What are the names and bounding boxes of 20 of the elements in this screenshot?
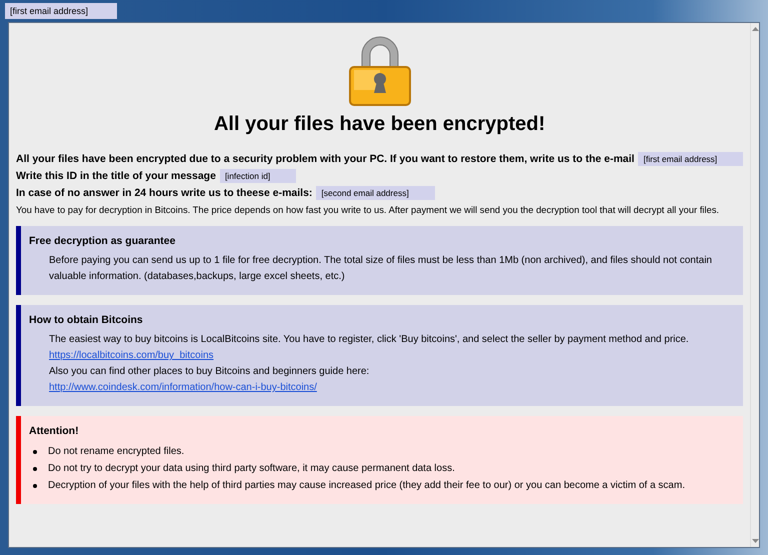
- panel-title: Attention!: [29, 425, 80, 437]
- placeholder-tag: [second email address]: [316, 186, 435, 200]
- list-item-text: Decryption of your files with the help of third parties may cause increased price (they add their fee to our) or you can become a victim of a scam.: [48, 479, 685, 493]
- panel-text: The easiest way to buy bitcoins is LocalBitcoins site. You have to register, click 'Buy bitcoins', and select the seller by payment method and price.: [48, 333, 690, 347]
- panel-title: How to obtain Bitcoins: [29, 314, 144, 326]
- window-title: [first email address]: [5, 3, 117, 19]
- link[interactable]: https://localbitcoins.com/buy_bitcoins: [49, 350, 214, 361]
- message-text: Write this ID in the title of your message: [16, 170, 216, 182]
- message-text: All your files have been encrypted due to a security problem with your PC. If you want to restore them, write us to the e-mail: [16, 152, 634, 164]
- placeholder-tag: [first email address]: [638, 152, 744, 166]
- placeholder-tag: [infection id]: [220, 168, 296, 182]
- panel-text: Also you can find other places to buy Bitcoins and beginners guide here:: [48, 365, 370, 379]
- message-text: In case of no answer in 24 hours write us to theese e-mails:: [16, 186, 312, 198]
- panel-text: Before paying you can send us up to 1 file for free decryption. The total size of files must be less than 1Mb (non archived), and files should not contain valuable information. (databases,backups, large excel sheets, etc.): [48, 254, 713, 284]
- list-item-text: Do not try to decrypt your data using third party software, it may cause permanent data loss.: [48, 462, 455, 476]
- panel-title: Free decryption as guarantee: [29, 235, 176, 247]
- heading: All your files have been encrypted!: [214, 113, 546, 136]
- list-item-text: Do not rename encrypted files.: [48, 445, 184, 459]
- message-text: You have to pay for decryption in Bitcoins. The price depends on how fast you write to us. After payment we will send you the decryption tool that will decrypt all your files.: [16, 204, 719, 215]
- link[interactable]: http://www.coindesk.com/information/how-can-i-buy-bitcoins/: [49, 382, 317, 393]
